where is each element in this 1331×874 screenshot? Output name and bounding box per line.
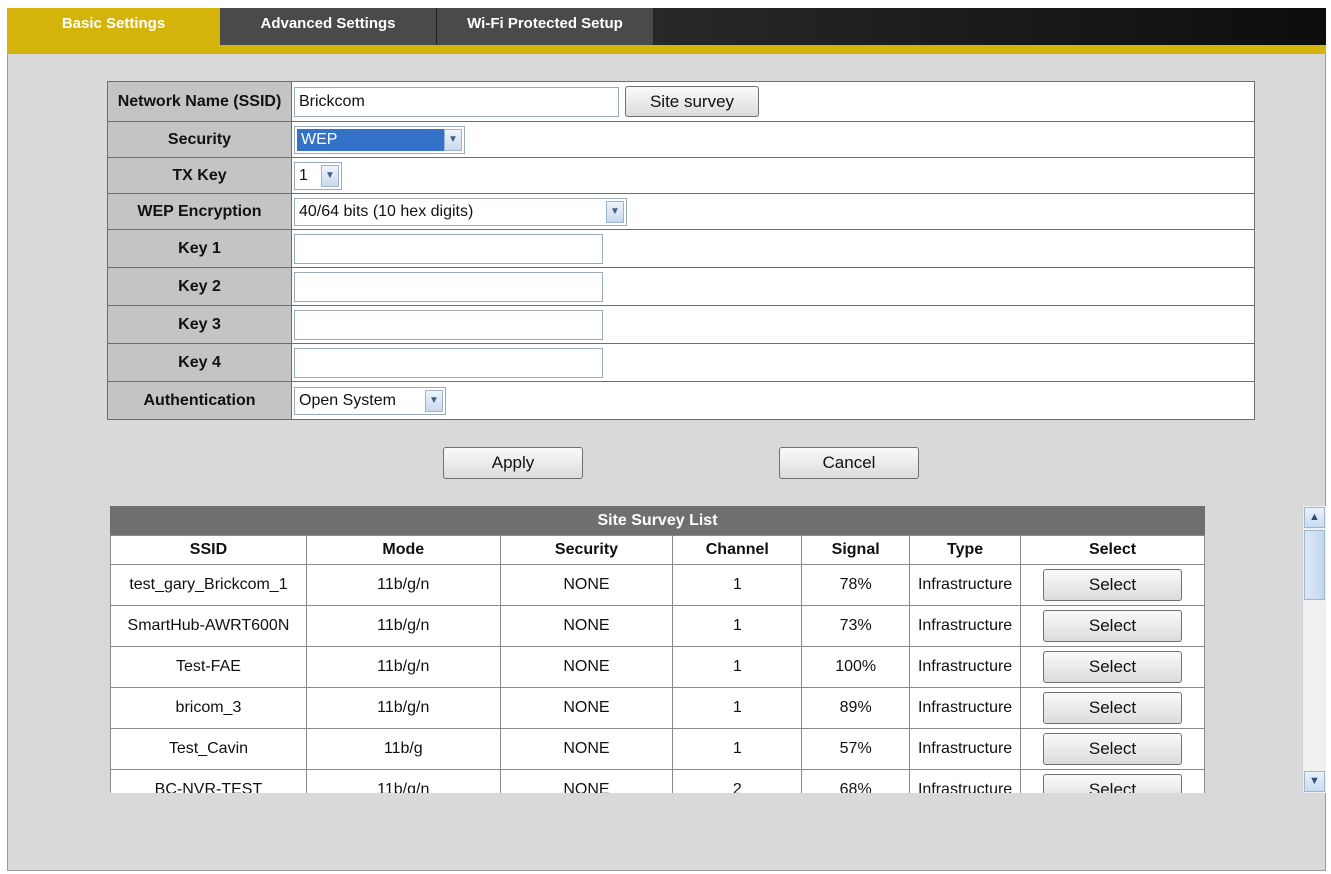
wep-encryption-label: WEP Encryption	[107, 193, 292, 230]
cell-ssid: test_gary_Brickcom_1	[110, 564, 307, 606]
key3-label: Key 3	[107, 305, 292, 344]
scrollbar[interactable]: ▲ ▼	[1302, 506, 1326, 793]
table-row: Test-FAE 11b/g/n NONE 1 100% Infrastruct…	[110, 646, 1205, 688]
table-row: bricom_3 11b/g/n NONE 1 89% Infrastructu…	[110, 687, 1205, 729]
tab-underline	[7, 45, 1326, 54]
site-survey-table: SSID Mode Security Channel Signal Type S…	[110, 535, 1205, 793]
col-header-signal: Signal	[801, 535, 911, 565]
cell-ssid: Test_Cavin	[110, 728, 307, 770]
authentication-label: Authentication	[107, 381, 292, 420]
site-survey-button[interactable]: Site survey	[625, 86, 759, 117]
col-header-channel: Channel	[672, 535, 803, 565]
col-header-security: Security	[499, 535, 674, 565]
security-select[interactable]: WEP ▼	[294, 125, 465, 154]
cell-channel: 1	[672, 564, 803, 606]
table-row: SmartHub-AWRT600N 11b/g/n NONE 1 73% Inf…	[110, 605, 1205, 647]
cell-channel: 1	[672, 605, 803, 647]
cell-signal: 100%	[801, 646, 911, 688]
col-header-select: Select	[1020, 535, 1205, 565]
site-survey-title: Site Survey List	[110, 506, 1205, 535]
select-button[interactable]: Select	[1043, 692, 1183, 724]
wep-encryption-select[interactable]: 40/64 bits (10 hex digits) ▼	[294, 197, 627, 226]
txkey-selected-value: 1	[299, 166, 308, 184]
cell-type: Infrastructure	[909, 769, 1022, 793]
key2-label: Key 2	[107, 267, 292, 306]
scroll-down-icon[interactable]: ▼	[1304, 771, 1325, 792]
col-header-type: Type	[909, 535, 1022, 565]
cell-mode: 11b/g	[305, 728, 501, 770]
apply-button[interactable]: Apply	[443, 447, 583, 479]
chevron-down-icon: ▼	[606, 200, 624, 223]
txkey-select[interactable]: 1 ▼	[294, 161, 342, 190]
table-row: test_gary_Brickcom_1 11b/g/n NONE 1 78% …	[110, 564, 1205, 606]
cell-channel: 2	[672, 769, 803, 793]
cell-security: NONE	[499, 605, 674, 647]
cell-type: Infrastructure	[909, 605, 1022, 647]
cell-channel: 1	[672, 646, 803, 688]
cell-mode: 11b/g/n	[305, 646, 501, 688]
cell-mode: 11b/g/n	[305, 687, 501, 729]
select-button[interactable]: Select	[1043, 774, 1183, 793]
cell-signal: 57%	[801, 728, 911, 770]
authentication-selected-value: Open System	[299, 391, 396, 409]
cell-signal: 73%	[801, 605, 911, 647]
site-survey-list: Site Survey List SSID Mode Security Chan…	[110, 506, 1205, 793]
key3-input[interactable]	[294, 309, 603, 340]
cell-ssid: bricom_3	[110, 687, 307, 729]
cell-ssid: BC-NVR-TEST	[110, 769, 307, 793]
cell-mode: 11b/g/n	[305, 769, 501, 793]
security-label: Security	[107, 121, 292, 158]
cell-mode: 11b/g/n	[305, 605, 501, 647]
select-button[interactable]: Select	[1043, 610, 1183, 642]
table-row: Test_Cavin 11b/g NONE 1 57% Infrastructu…	[110, 728, 1205, 770]
chevron-down-icon: ▼	[321, 164, 339, 187]
ssid-input[interactable]	[294, 86, 619, 117]
chevron-down-icon: ▼	[444, 128, 462, 151]
tab-advanced-settings[interactable]: Advanced Settings	[220, 8, 437, 45]
col-header-mode: Mode	[305, 535, 501, 565]
wireless-settings-form: Network Name (SSID) Site survey Security…	[107, 81, 1255, 420]
cell-security: NONE	[499, 687, 674, 729]
cell-ssid: SmartHub-AWRT600N	[110, 605, 307, 647]
cancel-button[interactable]: Cancel	[779, 447, 919, 479]
security-selected-value: WEP	[297, 128, 444, 151]
cell-channel: 1	[672, 687, 803, 729]
cell-security: NONE	[499, 564, 674, 606]
wep-encryption-selected-value: 40/64 bits (10 hex digits)	[299, 202, 474, 220]
scroll-up-icon[interactable]: ▲	[1304, 507, 1325, 528]
cell-type: Infrastructure	[909, 646, 1022, 688]
authentication-select[interactable]: Open System ▼	[294, 386, 446, 415]
txkey-label: TX Key	[107, 157, 292, 194]
cell-signal: 68%	[801, 769, 911, 793]
cell-mode: 11b/g/n	[305, 564, 501, 606]
select-button[interactable]: Select	[1043, 569, 1183, 601]
cell-type: Infrastructure	[909, 564, 1022, 606]
cell-signal: 78%	[801, 564, 911, 606]
select-button[interactable]: Select	[1043, 651, 1183, 683]
key4-input[interactable]	[294, 347, 603, 378]
cell-security: NONE	[499, 646, 674, 688]
tab-basic-settings[interactable]: Basic Settings	[7, 8, 220, 45]
cell-ssid: Test-FAE	[110, 646, 307, 688]
scrollbar-thumb[interactable]	[1304, 530, 1325, 600]
tab-wifi-protected-setup[interactable]: Wi-Fi Protected Setup	[437, 8, 654, 45]
cell-channel: 1	[672, 728, 803, 770]
key1-label: Key 1	[107, 229, 292, 268]
cell-type: Infrastructure	[909, 728, 1022, 770]
select-button[interactable]: Select	[1043, 733, 1183, 765]
table-row: BC-NVR-TEST 11b/g/n NONE 2 68% Infrastru…	[110, 769, 1205, 793]
col-header-ssid: SSID	[110, 535, 307, 565]
key1-input[interactable]	[294, 233, 603, 264]
cell-security: NONE	[499, 728, 674, 770]
cell-signal: 89%	[801, 687, 911, 729]
key4-label: Key 4	[107, 343, 292, 382]
ssid-label: Network Name (SSID)	[107, 81, 292, 122]
key2-input[interactable]	[294, 271, 603, 302]
cell-security: NONE	[499, 769, 674, 793]
cell-type: Infrastructure	[909, 687, 1022, 729]
chevron-down-icon: ▼	[425, 389, 443, 412]
